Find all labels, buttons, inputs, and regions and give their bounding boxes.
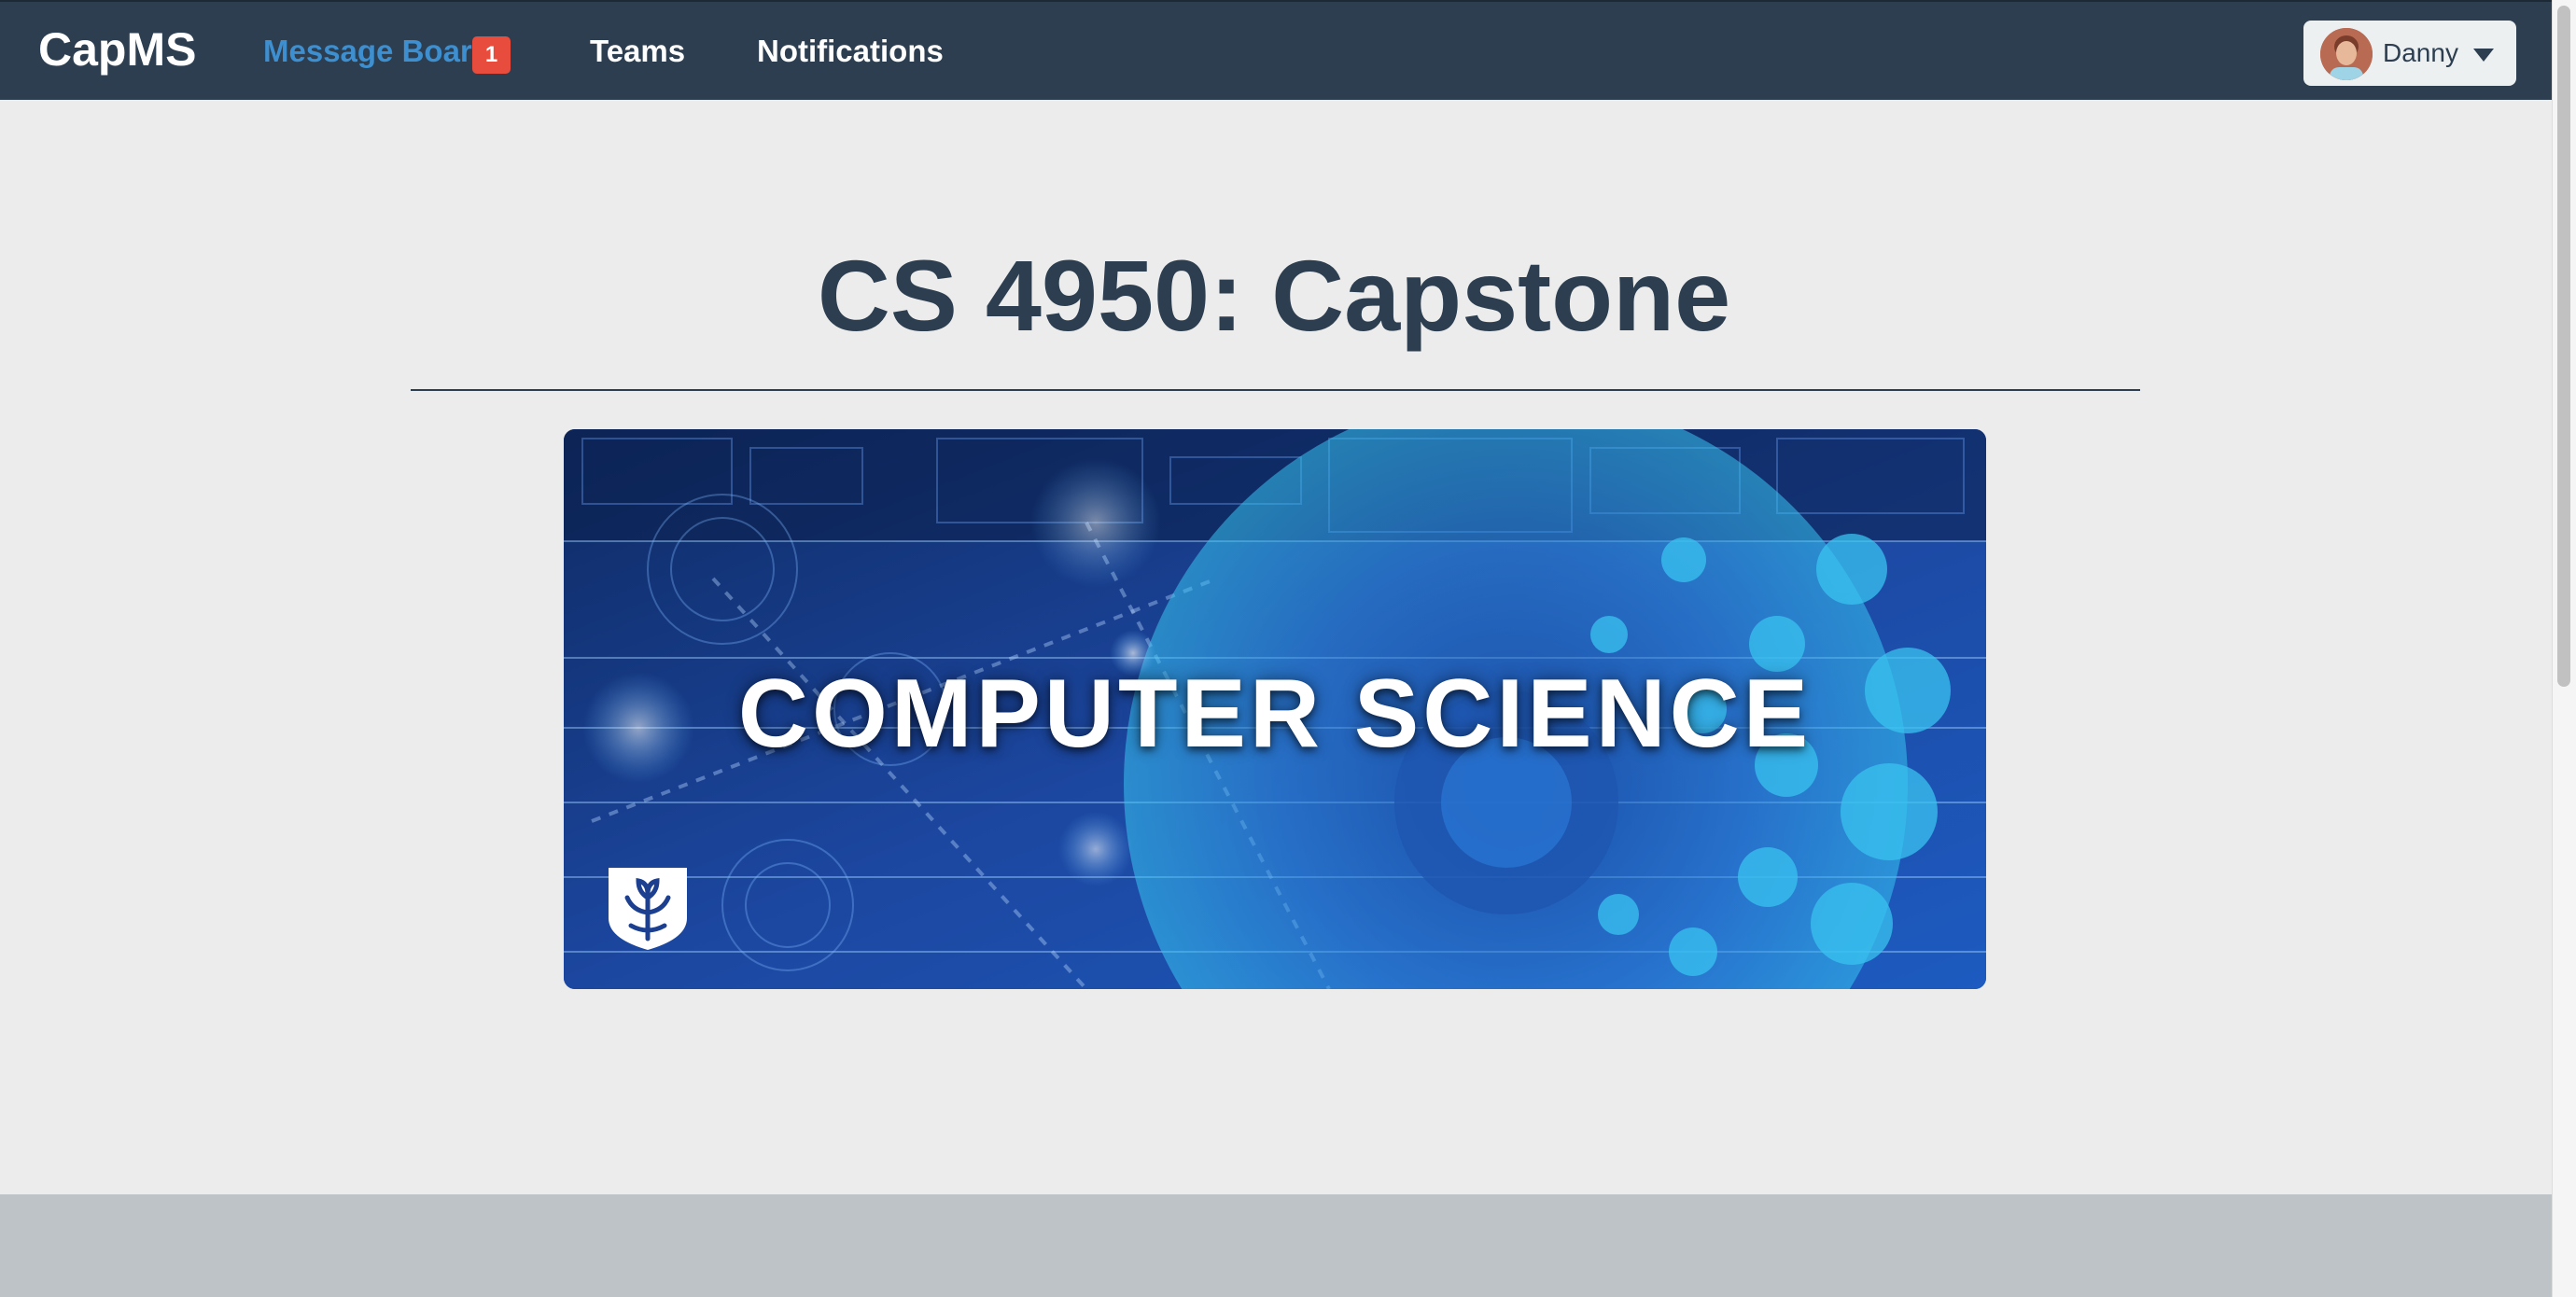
message-count-badge: 1 bbox=[472, 36, 511, 74]
scrollbar-thumb[interactable] bbox=[2557, 6, 2570, 687]
page-title: CS 4950: Capstone bbox=[817, 239, 1731, 352]
vertical-scrollbar[interactable] bbox=[2552, 0, 2576, 1297]
chevron-down-icon bbox=[2473, 49, 2494, 62]
nav-message-board[interactable]: Message Board bbox=[263, 34, 491, 69]
nav-notifications[interactable]: Notifications bbox=[757, 34, 944, 69]
brand-logo[interactable]: CapMS bbox=[38, 22, 196, 77]
nav-teams[interactable]: Teams bbox=[590, 34, 685, 69]
shield-leaf-logo bbox=[609, 868, 687, 950]
banner-heading: COMPUTER SCIENCE bbox=[737, 660, 1813, 768]
page-footer bbox=[0, 1194, 2552, 1297]
title-divider bbox=[411, 389, 2140, 391]
avatar bbox=[2320, 28, 2373, 80]
user-menu-button[interactable]: Danny bbox=[2303, 21, 2516, 86]
course-banner-image: COMPUTER SCIENCE bbox=[564, 429, 1986, 989]
top-navbar: CapMS Message Board 1 Teams Notification… bbox=[0, 0, 2552, 100]
user-name: Danny bbox=[2383, 38, 2458, 67]
